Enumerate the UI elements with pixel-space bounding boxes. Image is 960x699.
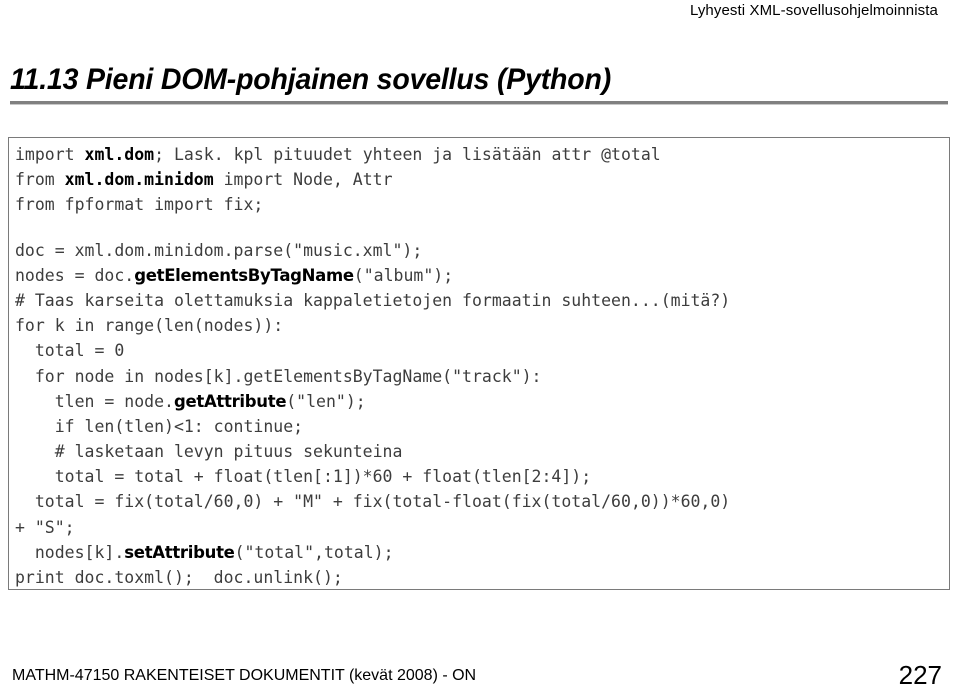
code-text: # lasketaan levyn pituus sekunteina: [15, 442, 403, 462]
code-line: # Taas karseita olettamuksia kappaletiet…: [15, 288, 949, 313]
code-text: ("len");: [286, 391, 366, 411]
code-listing: import xml.dom; Lask. kpl pituudet yhtee…: [9, 138, 949, 589]
code-line: if len(tlen)<1: continue;: [15, 414, 949, 439]
code-line: nodes = doc.getElementsByTagName("album"…: [15, 263, 949, 288]
code-line: doc = xml.dom.minidom.parse("music.xml")…: [15, 238, 949, 263]
code-text: nodes[k].: [15, 542, 125, 562]
code-line: total = fix(total/60,0) + "M" + fix(tota…: [15, 489, 949, 514]
code-emphasis: xml.dom.minidom: [64, 170, 214, 190]
code-text: # Taas karseita olettamuksia kappaletiet…: [15, 290, 731, 310]
code-line: print doc.toxml(); doc.unlink();: [15, 565, 949, 589]
code-line: nodes[k].setAttribute("total",total);: [15, 540, 949, 565]
title-block: 11.13 Pieni DOM-pohjainen sovellus (Pyth…: [10, 62, 950, 105]
footer-page-number: 227: [898, 660, 942, 690]
code-text: doc = xml.dom.minidom.parse("music.xml")…: [15, 240, 423, 260]
title-divider: [10, 101, 948, 105]
code-text: nodes = doc.: [15, 265, 135, 285]
code-text: total = 0: [15, 341, 125, 361]
code-text: import: [15, 145, 85, 164]
code-line: for node in nodes[k].getElementsByTagNam…: [15, 364, 949, 389]
slide: Lyhyesti XML-sovellusohjelmoinnista 11.1…: [0, 0, 960, 699]
code-text: ("album");: [353, 265, 454, 285]
code-text: + "S";: [15, 517, 75, 537]
code-line: import xml.dom; Lask. kpl pituudet yhtee…: [15, 142, 949, 167]
code-line: # lasketaan levyn pituus sekunteina: [15, 439, 949, 464]
code-line: from fpformat import fix;: [15, 192, 949, 217]
code-line: for k in range(len(nodes)):: [15, 313, 949, 338]
slide-header: Lyhyesti XML-sovellusohjelmoinnista: [689, 2, 938, 19]
code-block: import xml.dom; Lask. kpl pituudet yhtee…: [8, 137, 950, 590]
code-emphasis: getAttribute: [173, 391, 287, 411]
code-line: total = 0: [15, 338, 949, 363]
code-text: for node in nodes[k].getElementsByTagNam…: [15, 366, 542, 386]
code-text: total = fix(total/60,0) + "M" + fix(tota…: [15, 492, 731, 512]
footer-course-label: MATHM-47150 RAKENTEISET DOKUMENTIT (kevä…: [12, 667, 477, 684]
code-text: total = total + float(tlen[:1])*60 + flo…: [15, 467, 592, 487]
code-line: from xml.dom.minidom import Node, Attr: [15, 167, 949, 192]
code-emphasis: getElementsByTagName: [134, 265, 354, 285]
code-text: from: [15, 170, 65, 190]
code-text: tlen = node.: [15, 391, 174, 411]
code-text: for k in range(len(nodes)):: [15, 316, 284, 336]
code-emphasis: setAttribute: [124, 542, 235, 562]
code-line: + "S";: [15, 515, 949, 540]
code-text: print doc.toxml(); doc.unlink();: [15, 568, 343, 587]
code-text: ("total",total);: [234, 542, 394, 562]
code-text: import Node, Attr: [213, 170, 393, 190]
code-text: if len(tlen)<1: continue;: [15, 416, 304, 436]
code-text: ; Lask. kpl pituudet yhteen ja lisätään …: [154, 145, 661, 164]
code-line: tlen = node.getAttribute("len");: [15, 389, 949, 414]
code-line: total = total + float(tlen[:1])*60 + flo…: [15, 464, 949, 489]
code-emphasis: xml.dom: [84, 145, 155, 164]
code-text: from fpformat import fix;: [15, 195, 264, 215]
page-title: 11.13 Pieni DOM-pohjainen sovellus (Pyth…: [10, 63, 611, 96]
